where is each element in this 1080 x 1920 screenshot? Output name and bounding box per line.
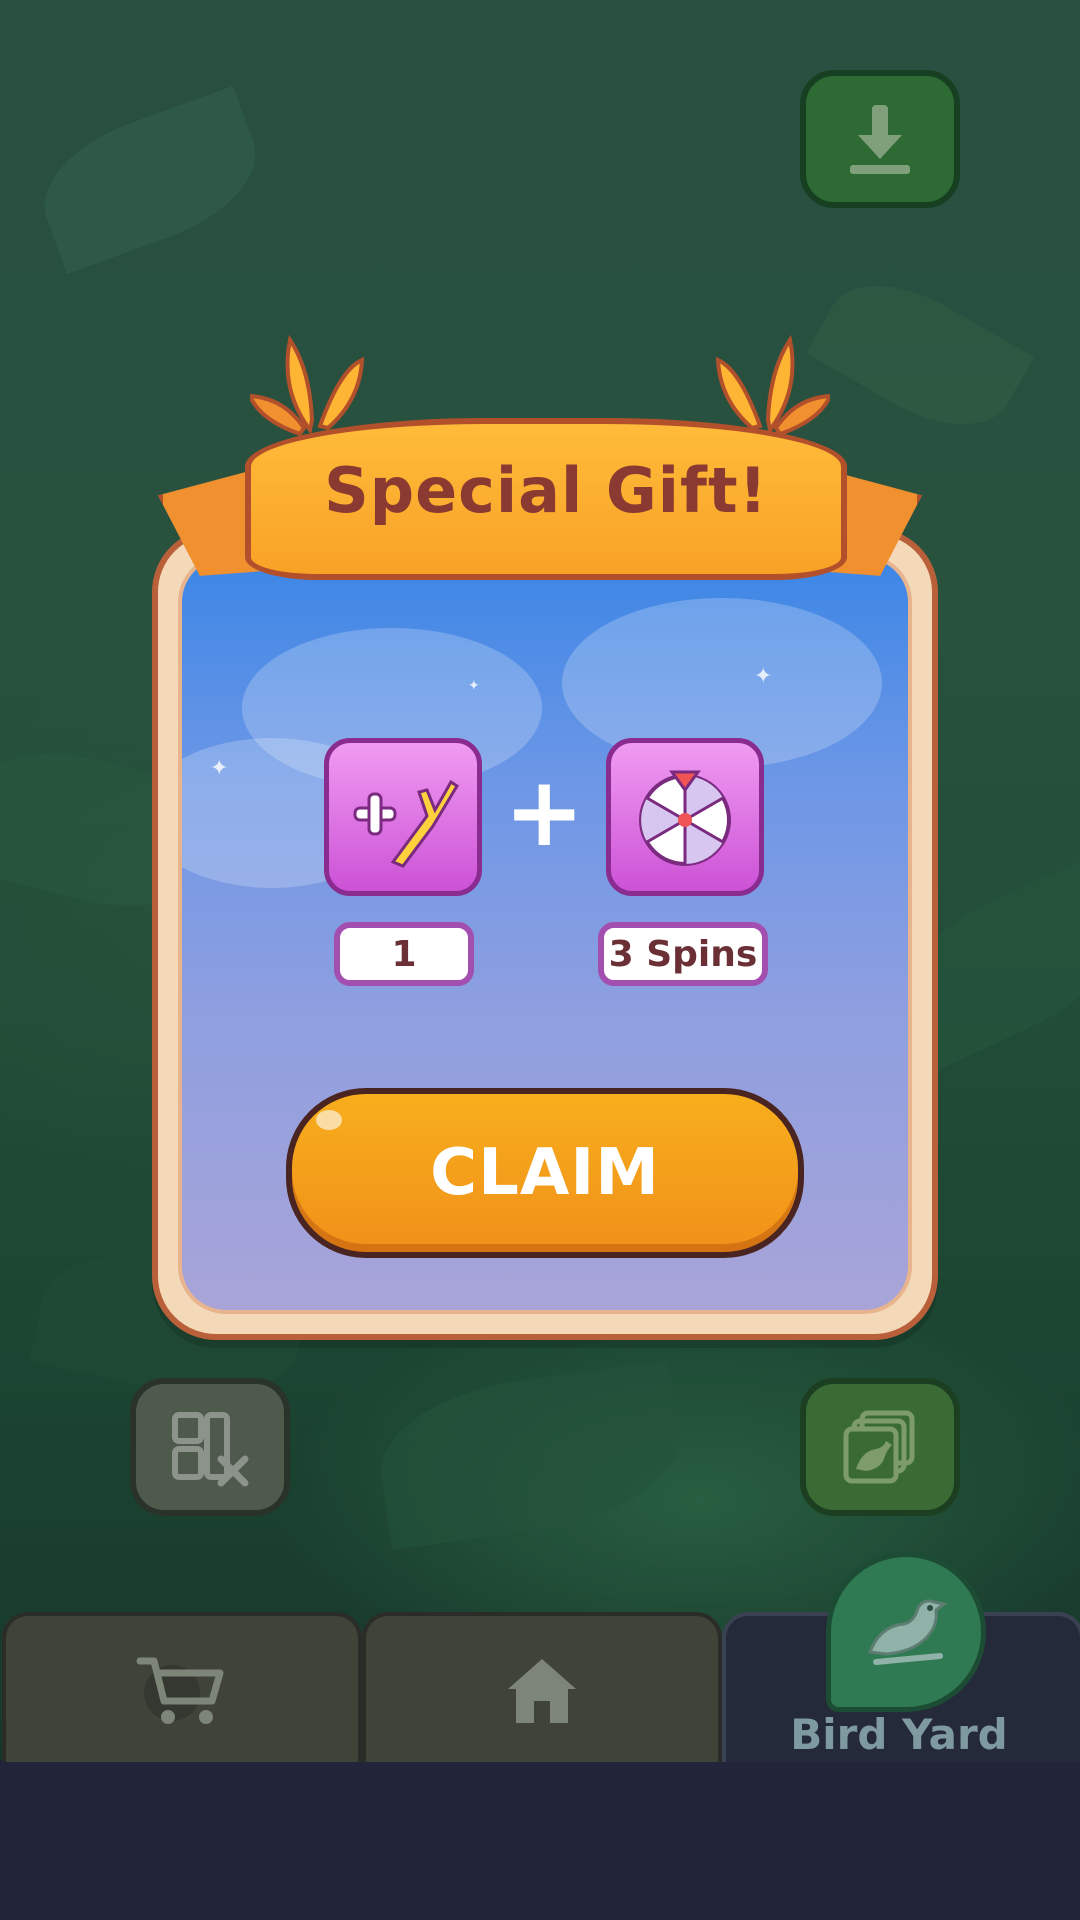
cart-icon (136, 1657, 224, 1724)
bird-icon (867, 1599, 948, 1665)
layout-close-icon (172, 1412, 249, 1487)
reward-spin-tile (606, 738, 764, 896)
reward-spin-amount: 3 Spins (598, 922, 768, 986)
title-ribbon: Special Gift! (150, 310, 930, 650)
spin-wheel-icon (639, 770, 731, 866)
tab-bird-yard-label: Bird Yard (790, 1710, 1008, 1759)
plus-separator: + (504, 756, 585, 868)
button-shine (316, 1110, 342, 1130)
tab-shop[interactable] (2, 1612, 362, 1766)
bird-gallery-button[interactable] (800, 1378, 960, 1516)
laurel-leaf-left-icon (250, 334, 365, 437)
dialog-title: Special Gift! (324, 453, 768, 527)
tab-home[interactable] (362, 1612, 722, 1766)
sparkle-icon: ✦ (754, 664, 773, 689)
download-button[interactable] (800, 70, 960, 208)
reward-branch-amount: 1 (334, 922, 474, 986)
layout-toggle-button[interactable] (130, 1378, 290, 1516)
sparkle-icon: ✦ (468, 678, 480, 694)
claim-button-label: CLAIM (430, 1136, 660, 1210)
home-icon (508, 1659, 576, 1723)
bird-gallery-icon (843, 1410, 915, 1484)
ribbon-banner: Special Gift! (245, 418, 847, 580)
download-icon (850, 105, 910, 174)
system-bottom-area (0, 1762, 1080, 1920)
bird-yard-badge[interactable] (826, 1552, 986, 1712)
sparkle-icon: ✦ (210, 756, 229, 781)
reward-branch-tile (324, 738, 482, 896)
branch-plus-icon (353, 779, 460, 868)
laurel-leaf-right-icon (715, 334, 830, 437)
claim-button[interactable]: CLAIM (286, 1088, 804, 1258)
